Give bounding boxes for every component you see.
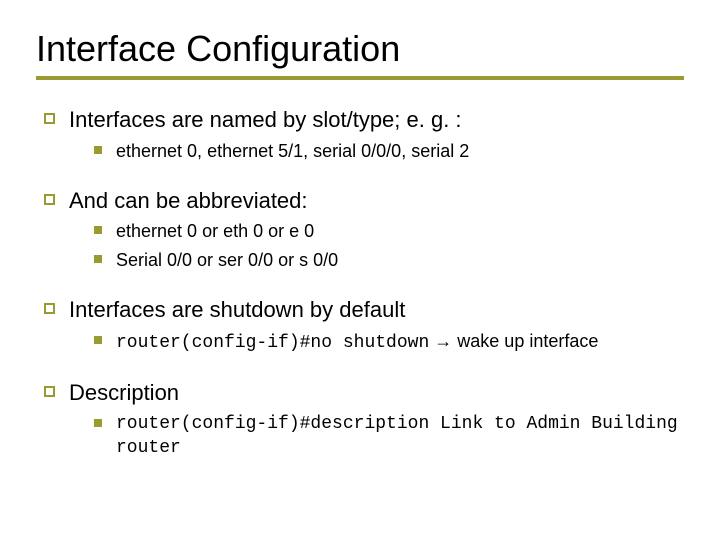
- square-outline-icon: [44, 113, 55, 124]
- square-outline-icon: [44, 194, 55, 205]
- square-fill-icon: [94, 226, 102, 234]
- bullet-text: ethernet 0, ethernet 5/1, serial 0/0/0, …: [116, 139, 469, 163]
- bullet-text: Description: [69, 379, 179, 408]
- bullet-level2: ethernet 0 or eth 0 or e 0: [94, 219, 684, 243]
- square-fill-icon: [94, 255, 102, 263]
- bullet-text: Serial 0/0 or ser 0/0 or s 0/0: [116, 248, 338, 272]
- square-outline-icon: [44, 386, 55, 397]
- bullet-level2: ethernet 0, ethernet 5/1, serial 0/0/0, …: [94, 139, 684, 163]
- bullet-level2: router(config-if)#description Link to Ad…: [94, 412, 684, 461]
- bullet-level2: Serial 0/0 or ser 0/0 or s 0/0: [94, 248, 684, 272]
- bullet-text: router(config-if)#no shutdown → wake up …: [116, 329, 598, 355]
- title-underline: [36, 76, 684, 80]
- bullet-text: ethernet 0 or eth 0 or e 0: [116, 219, 314, 243]
- code-text: router(config-if)#description Link to Ad…: [116, 412, 684, 461]
- slide: Interface Configuration Interfaces are n…: [0, 0, 720, 540]
- square-outline-icon: [44, 303, 55, 314]
- arrow-icon: →: [429, 331, 457, 351]
- bullet-level1: Description: [44, 379, 684, 408]
- bullet-level1: And can be abbreviated:: [44, 187, 684, 216]
- slide-title: Interface Configuration: [36, 28, 684, 70]
- bullet-text: Interfaces are shutdown by default: [69, 296, 405, 325]
- square-fill-icon: [94, 146, 102, 154]
- bullet-level1: Interfaces are named by slot/type; e. g.…: [44, 106, 684, 135]
- bullet-text: And can be abbreviated:: [69, 187, 308, 216]
- bullet-level2: router(config-if)#no shutdown → wake up …: [94, 329, 684, 355]
- bullet-text: Interfaces are named by slot/type; e. g.…: [69, 106, 462, 135]
- square-fill-icon: [94, 419, 102, 427]
- tail-text: wake up interface: [457, 331, 598, 351]
- square-fill-icon: [94, 336, 102, 344]
- bullet-level1: Interfaces are shutdown by default: [44, 296, 684, 325]
- code-text: router(config-if)#no shutdown: [116, 333, 429, 353]
